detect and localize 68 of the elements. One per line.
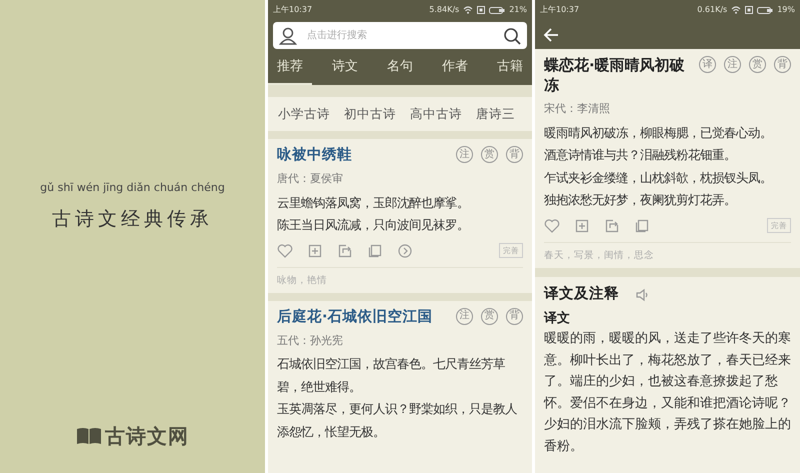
poem-line: 酒意诗情谁与共？泪融残粉花钿重。: [544, 147, 737, 164]
annotation-badge[interactable]: 背: [506, 146, 523, 164]
poem-title: 蝶恋花·暖雨晴风初破冻: [544, 56, 686, 95]
section-subtitle: 译文: [544, 310, 571, 328]
back-arrow-icon[interactable]: [543, 26, 559, 43]
poem-line: 乍试夹衫金缕缝，山枕斜欹，枕损钗头凤。: [544, 170, 773, 186]
search-icon[interactable]: [503, 26, 521, 44]
annotation-badge[interactable]: 注: [456, 146, 473, 164]
status-time: 上午10:37: [273, 4, 312, 16]
nav-tab[interactable]: 作者: [433, 53, 477, 84]
search-bar[interactable]: 点击进行搜索: [273, 22, 527, 49]
poem-author: 宋代：李清照: [544, 101, 611, 117]
poem-author: 唐代：夏侯审: [277, 171, 344, 188]
wifi-icon: [731, 6, 742, 14]
speaker-icon[interactable]: [635, 288, 649, 302]
annotation-badge[interactable]: 背: [774, 56, 791, 73]
copy-icon[interactable]: [634, 218, 650, 234]
add-icon[interactable]: [574, 218, 590, 234]
battery-percent: 19%: [777, 4, 795, 16]
poem-line: 暖雨晴风初破冻，柳眼梅腮，已觉春心动。: [544, 124, 773, 142]
annotation-badge[interactable]: 赏: [481, 308, 498, 325]
poem-tags: 春天，写景，闺情，思念: [544, 242, 791, 268]
pinyin-text: gǔ shī wén jīng diǎn chuán chéng: [40, 180, 225, 196]
poem-line: 陈王当日风流减，只向波间见袜罗。: [277, 217, 470, 234]
network-speed: 0.61K/s: [697, 4, 728, 16]
poem-tags: 咏物，艳情: [277, 268, 523, 293]
category-link[interactable]: 小学古诗: [278, 104, 330, 124]
poem-title[interactable]: 咏被中绣鞋: [277, 146, 352, 166]
category-link[interactable]: 唐诗三: [476, 104, 515, 124]
status-time: 上午10:37: [540, 4, 580, 16]
network-speed: 5.84K/s: [429, 4, 460, 16]
heart-icon[interactable]: [277, 242, 293, 259]
annotation-badge[interactable]: 赏: [481, 146, 498, 164]
chevron-circle-icon[interactable]: [397, 242, 413, 259]
battery-icon: [757, 6, 774, 14]
add-icon[interactable]: [307, 242, 323, 259]
poem-line: 独抱浓愁无好梦，夜阑犹剪灯花弄。: [544, 192, 737, 209]
category-link[interactable]: 高中古诗: [410, 104, 462, 124]
copy-icon[interactable]: [367, 242, 383, 259]
sim-card-icon: [745, 6, 754, 14]
share-icon[interactable]: [604, 218, 620, 234]
search-field[interactable]: 点击进行搜索: [305, 27, 495, 44]
slogan-text: 古诗文经典传承: [52, 206, 213, 232]
share-icon[interactable]: [337, 242, 353, 259]
annotation-badge[interactable]: 注: [724, 56, 741, 73]
battery-icon: [489, 6, 506, 14]
annotation-badge[interactable]: 背: [506, 308, 523, 325]
user-icon: [279, 26, 297, 44]
poem-line: 石城依旧空江国，故宫春色。七尺青丝芳草碧，绝世难得。: [277, 356, 506, 396]
wifi-icon: [463, 6, 474, 14]
poem-author: 五代：孙光宪: [277, 332, 344, 349]
nav-tab[interactable]: 诗文: [323, 53, 367, 84]
nav-tab[interactable]: 古籍: [488, 53, 532, 84]
annotation-badge[interactable]: 赏: [749, 56, 766, 73]
category-link[interactable]: 初中古诗: [344, 104, 396, 124]
poem-line: 玉英凋落尽，更何人识？野棠如织，只是教人添怨忆，怅望无极。: [277, 401, 518, 441]
annotation-badge[interactable]: 译: [699, 56, 716, 73]
annotation-badge[interactable]: 注: [456, 308, 473, 325]
battery-percent: 21%: [509, 4, 527, 16]
logo-text: 古诗文网: [105, 423, 189, 450]
heart-icon[interactable]: [544, 218, 560, 234]
nav-tab[interactable]: 名句: [378, 53, 422, 84]
translation-text: 暖暖的雨，暖暖的风，送走了些许冬天的寒意。柳叶长出了，梅花怒放了，春天已经来了。端庄的少妇，也被这春意撩拨起了愁怀。爱侣不在身边，又能和谁把酒论诗呢？少妇的泪水流下脸颊，弄残了搽在她脸上的香粉。: [544, 330, 791, 456]
poem-line: 云里蟾钩落凤窝，玉郎沈醉也摩挲。: [277, 194, 470, 212]
sim-card-icon: [477, 6, 486, 14]
book-icon: [76, 427, 102, 445]
section-title: 译文及注释: [544, 284, 619, 304]
poem-title[interactable]: 后庭花·石城依旧空江国: [277, 308, 433, 327]
